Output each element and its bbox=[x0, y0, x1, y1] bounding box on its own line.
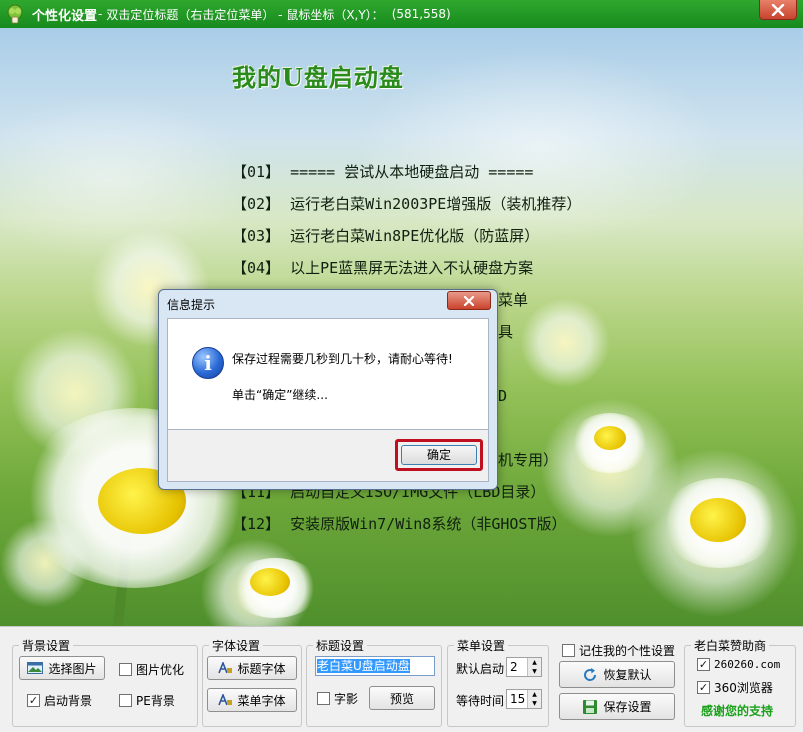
spin-up-icon[interactable]: ▲ bbox=[528, 690, 541, 699]
save-settings-button[interactable]: 保存设置 bbox=[559, 693, 675, 720]
dialog-close-button[interactable] bbox=[447, 291, 491, 310]
info-icon: i bbox=[192, 347, 224, 379]
boot-background-checkbox[interactable]: ✓ 启动背景 bbox=[27, 692, 92, 709]
checkbox-box bbox=[317, 692, 330, 705]
boot-menu-item[interactable]: 【03】 运行老白菜Win8PE优化版（防蓝屏） bbox=[232, 224, 581, 256]
spin-down-icon[interactable]: ▼ bbox=[528, 699, 541, 708]
refresh-icon bbox=[582, 667, 598, 683]
save-icon bbox=[582, 699, 598, 715]
group-label: 老白菜赞助商 bbox=[691, 637, 770, 654]
sponsor-group: 老白菜赞助商 ✓ 260260.com ✓ 360浏览器 感谢您的支持 bbox=[684, 637, 796, 727]
dialog-title: 信息提示 bbox=[167, 298, 216, 312]
boot-menu-item[interactable]: 【01】 ===== 尝试从本地硬盘启动 ===== bbox=[232, 160, 581, 192]
group-label: 背景设置 bbox=[19, 637, 74, 654]
checkbox-box bbox=[562, 644, 575, 657]
daisy-center bbox=[690, 498, 746, 542]
window-title-app: 个性化设置 bbox=[32, 8, 98, 24]
checkmark-icon: ✓ bbox=[697, 658, 710, 671]
restore-default-button[interactable]: 恢复默认 bbox=[559, 661, 675, 688]
settings-window: 个性化设置 - 双击定位标题（右击定位菜单） - 鼠标坐标（X,Y）： (581… bbox=[0, 0, 803, 732]
title-bar[interactable]: 个性化设置 - 双击定位标题（右击定位菜单） - 鼠标坐标（X,Y）： (581… bbox=[0, 0, 803, 28]
window-close-button[interactable] bbox=[759, 0, 797, 20]
cabbage-app-icon bbox=[4, 3, 26, 25]
ok-button-highlight: 确定 bbox=[395, 439, 483, 471]
boot-menu-item[interactable]: 【12】 安装原版Win7/Win8系统（非GHOST版） bbox=[232, 512, 581, 544]
text-shadow-checkbox[interactable]: 字影 bbox=[317, 690, 358, 707]
remember-settings-checkbox[interactable]: 记住我的个性设置 bbox=[562, 642, 675, 659]
title-text-input[interactable]: 老白菜U盘启动盘 bbox=[315, 656, 435, 676]
window-title-separator: - bbox=[98, 7, 103, 21]
wait-time-label: 等待时间 bbox=[456, 694, 505, 708]
dialog-message: 保存过程需要几秒到几十秒，请耐心等待! bbox=[232, 352, 453, 366]
close-icon bbox=[771, 3, 785, 16]
menu-settings-group: 菜单设置 默认启动 2 ▲ ▼ 等待时间 15 ▲ ▼ bbox=[447, 637, 549, 727]
group-label: 字体设置 bbox=[209, 637, 264, 654]
daisy-center bbox=[594, 426, 626, 450]
title-settings-group: 标题设置 老白菜U盘启动盘 字影 预览 bbox=[306, 637, 442, 727]
default-boot-label: 默认启动 bbox=[456, 662, 505, 676]
title-font-button[interactable]: 标题字体 bbox=[207, 656, 297, 680]
font-icon bbox=[218, 694, 233, 706]
pe-background-checkbox[interactable]: PE背景 bbox=[119, 692, 175, 709]
font-settings-group: 字体设置 标题字体 菜单字体 bbox=[202, 637, 302, 727]
dialog-instruction: 单击“确定”继续... bbox=[232, 388, 328, 402]
default-boot-spinner[interactable]: 2 ▲ ▼ bbox=[506, 657, 542, 677]
daisy-center bbox=[250, 568, 290, 596]
window-title-hint: 双击定位标题（右击定位菜单） - 鼠标坐标（X,Y）： bbox=[106, 7, 384, 22]
sponsor-260260-checkbox[interactable]: ✓ 260260.com bbox=[697, 658, 780, 671]
close-icon bbox=[463, 295, 475, 306]
info-dialog: 信息提示 i 保存过程需要几秒到几十秒，请耐心等待! 单击“确定”继续... 确… bbox=[158, 289, 498, 490]
dialog-body: i 保存过程需要几秒到几十秒，请耐心等待! 单击“确定”继续... bbox=[167, 318, 489, 430]
group-label: 菜单设置 bbox=[454, 637, 509, 654]
mouse-coords: (581,558) bbox=[391, 7, 451, 21]
checkmark-icon: ✓ bbox=[697, 681, 710, 694]
boot-menu-item[interactable]: 【02】 运行老白菜Win2003PE增强版（装机推荐） bbox=[232, 192, 581, 224]
checkbox-box bbox=[119, 694, 132, 707]
checkbox-box bbox=[119, 663, 132, 676]
select-image-button[interactable]: 选择图片 bbox=[19, 656, 105, 680]
group-label: 标题设置 bbox=[313, 637, 368, 654]
font-icon bbox=[218, 662, 233, 674]
background-settings-group: 背景设置 选择图片 图片优化 ✓ 启动背景 PE背景 bbox=[12, 637, 198, 727]
boot-menu-item[interactable]: 【04】 以上PE蓝黑屏无法进入不认硬盘方案 bbox=[232, 256, 581, 288]
image-optimize-checkbox[interactable]: 图片优化 bbox=[119, 661, 184, 678]
sponsor-360-browser-checkbox[interactable]: ✓ 360浏览器 bbox=[697, 679, 773, 696]
checkmark-icon: ✓ bbox=[27, 694, 40, 707]
spin-up-icon[interactable]: ▲ bbox=[528, 658, 541, 667]
ok-button[interactable]: 确定 bbox=[401, 445, 477, 465]
preview-button[interactable]: 预览 bbox=[369, 686, 435, 710]
sponsor-thanks-text: 感谢您的支持 bbox=[701, 704, 774, 718]
spin-down-icon[interactable]: ▼ bbox=[528, 667, 541, 676]
wait-time-spinner[interactable]: 15 ▲ ▼ bbox=[506, 689, 542, 709]
settings-panel: 背景设置 选择图片 图片优化 ✓ 启动背景 PE背景 字体设置 标题字体 菜单字… bbox=[0, 626, 803, 732]
dialog-title-bar[interactable]: 信息提示 bbox=[159, 290, 497, 316]
boot-menu-title[interactable]: 我的U盘启动盘 bbox=[232, 58, 404, 93]
dialog-footer: 确定 bbox=[167, 430, 489, 482]
image-icon bbox=[27, 662, 44, 674]
menu-font-button[interactable]: 菜单字体 bbox=[207, 688, 297, 712]
